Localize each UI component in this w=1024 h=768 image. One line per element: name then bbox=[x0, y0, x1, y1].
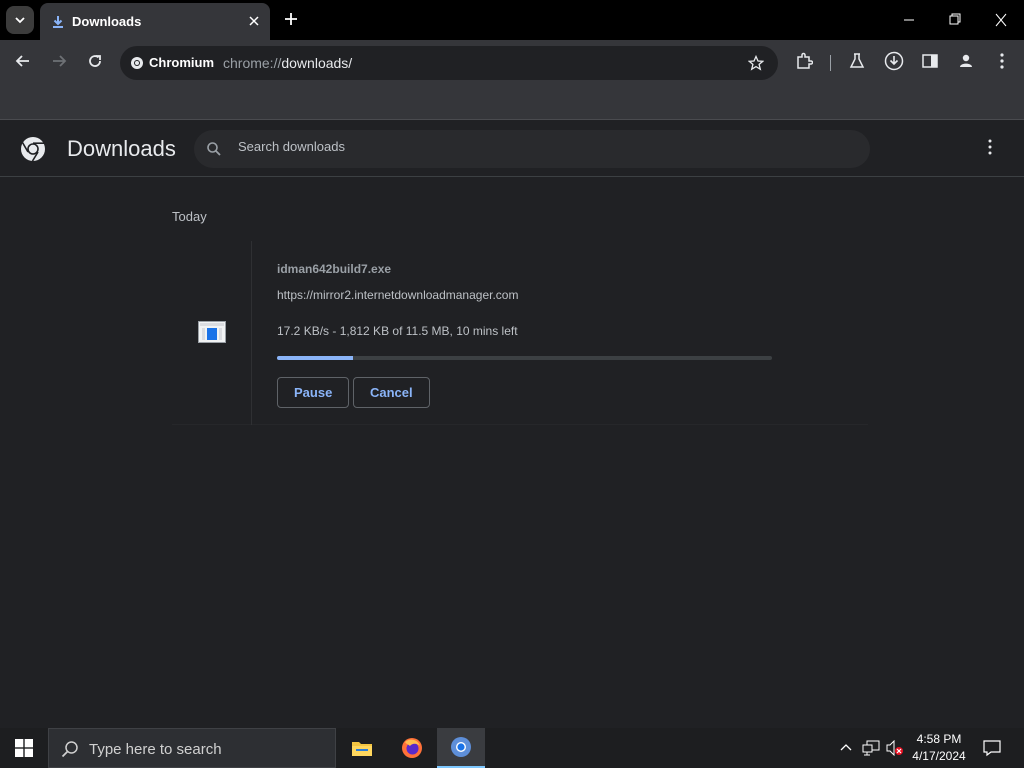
extensions-icon[interactable] bbox=[795, 52, 813, 70]
tab-search-button[interactable] bbox=[6, 6, 34, 34]
search-icon bbox=[61, 741, 78, 758]
close-window-icon[interactable] bbox=[994, 10, 1008, 30]
system-clock[interactable]: 4:58 PM 4/17/2024 bbox=[906, 731, 972, 765]
forward-icon[interactable] bbox=[50, 52, 68, 70]
bookmark-star-icon[interactable] bbox=[748, 55, 764, 71]
new-tab-icon[interactable] bbox=[282, 10, 300, 28]
download-item: idman642build7.exe https://mirror2.inter… bbox=[172, 241, 868, 425]
side-panel-icon[interactable] bbox=[921, 52, 939, 70]
windows-taskbar: Type here to search 4:58 PM 4/17/2024 bbox=[0, 728, 1024, 768]
address-bar[interactable]: Chromium chrome://downloads/ bbox=[120, 46, 778, 80]
reload-icon[interactable] bbox=[86, 52, 104, 70]
security-chip-label[interactable]: Chromium bbox=[149, 55, 214, 70]
download-status: 17.2 KB/s - 1,812 KB of 11.5 MB, 10 mins… bbox=[277, 324, 518, 338]
tab-strip: Downloads bbox=[0, 0, 1024, 40]
search-icon bbox=[207, 142, 221, 156]
chromium-app-icon bbox=[451, 737, 471, 757]
browser-menu-icon[interactable] bbox=[994, 52, 1010, 70]
file-name[interactable]: idman642build7.exe bbox=[277, 262, 391, 276]
start-button[interactable] bbox=[0, 728, 48, 768]
labs-flask-icon[interactable] bbox=[849, 52, 865, 70]
chevron-down-icon bbox=[15, 17, 25, 24]
clock-date: 4/17/2024 bbox=[912, 749, 966, 763]
exe-file-icon bbox=[198, 321, 226, 343]
taskbar-app-file-explorer[interactable] bbox=[338, 728, 386, 768]
more-actions-icon[interactable] bbox=[982, 138, 998, 156]
cancel-button[interactable]: Cancel bbox=[353, 377, 430, 408]
taskbar-app-chromium[interactable] bbox=[437, 728, 485, 768]
show-hidden-icons-icon[interactable] bbox=[840, 742, 852, 754]
taskbar-search-placeholder: Type here to search bbox=[89, 741, 222, 758]
close-tab-icon[interactable] bbox=[246, 13, 262, 29]
notifications-icon[interactable] bbox=[983, 739, 1001, 757]
downloads-header: Downloads bbox=[0, 121, 1024, 177]
download-progress-bar bbox=[277, 356, 772, 360]
volume-muted-icon[interactable] bbox=[886, 740, 904, 756]
downloads-search-input[interactable] bbox=[238, 139, 838, 154]
download-icon bbox=[53, 16, 63, 28]
file-source-url[interactable]: https://mirror2.internetdownloadmanager.… bbox=[277, 288, 518, 302]
folder-icon bbox=[352, 742, 372, 756]
downloads-search-box[interactable] bbox=[194, 130, 870, 168]
chromium-logo-icon bbox=[21, 137, 45, 162]
chromium-icon bbox=[131, 57, 143, 69]
back-icon[interactable] bbox=[14, 52, 32, 70]
tab-downloads[interactable]: Downloads bbox=[40, 3, 270, 40]
clock-time: 4:58 PM bbox=[916, 732, 962, 746]
restore-icon[interactable] bbox=[948, 10, 962, 30]
firefox-icon bbox=[402, 738, 422, 758]
download-progress-fill bbox=[277, 356, 354, 360]
taskbar-search-box[interactable]: Type here to search bbox=[48, 728, 336, 768]
downloads-toolbar-icon[interactable] bbox=[884, 51, 904, 71]
windows-logo-icon bbox=[15, 739, 33, 757]
url-scheme: chrome:// bbox=[223, 55, 282, 71]
profile-icon[interactable] bbox=[957, 52, 975, 70]
page-title: Downloads bbox=[67, 136, 176, 161]
url-path: downloads/ bbox=[281, 55, 353, 71]
date-section-label: Today bbox=[172, 209, 207, 224]
bookmarks-bar bbox=[0, 86, 1024, 120]
toolbar-divider bbox=[830, 55, 831, 71]
minimize-icon[interactable] bbox=[902, 10, 916, 30]
pause-button[interactable]: Pause bbox=[277, 377, 350, 408]
browser-toolbar: Chromium chrome://downloads/ bbox=[0, 40, 1024, 86]
network-icon[interactable] bbox=[862, 740, 880, 756]
tab-title: Downloads bbox=[72, 14, 142, 29]
taskbar-app-firefox[interactable] bbox=[388, 728, 436, 768]
url-text[interactable]: chrome://downloads/ bbox=[223, 55, 352, 71]
file-icon-column bbox=[172, 241, 252, 425]
